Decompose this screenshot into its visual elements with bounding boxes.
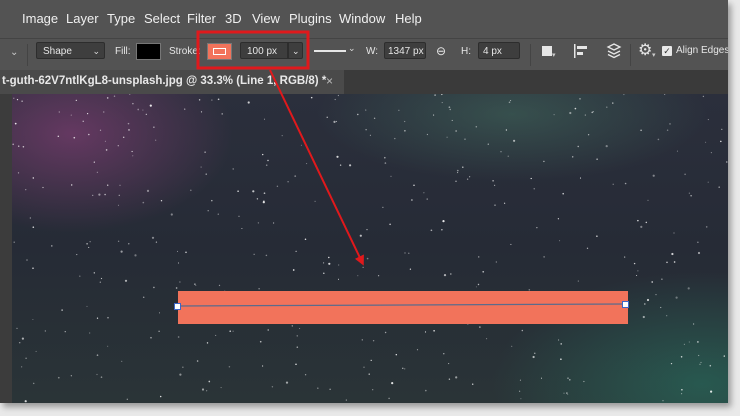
width-input[interactable]: 1347 px <box>384 42 426 59</box>
fill-label: Fill: <box>115 46 131 57</box>
stroke-width-dropdown[interactable]: ⌄ <box>288 42 303 59</box>
fill-swatch[interactable] <box>136 43 161 60</box>
width-label: W: <box>366 46 379 57</box>
menu-layer[interactable]: Layer <box>66 11 99 26</box>
menu-window[interactable]: Window <box>339 11 385 26</box>
mode-select[interactable]: Shape ⌄ <box>36 42 105 59</box>
options-bar: ⌄ Shape ⌄ Fill: Stroke: 100 px ⌄ ⌄ W: 13… <box>0 38 728 71</box>
link-icon[interactable]: ⊖ <box>436 44 446 58</box>
stroke-label: Stroke: <box>169 46 201 57</box>
menu-3d[interactable]: 3D <box>225 11 242 26</box>
stroke-width-value: 100 px <box>247 46 278 57</box>
anchor-point-handle[interactable] <box>622 301 629 308</box>
path-alignment-icon[interactable] <box>572 42 590 60</box>
document-tab-bar: t-guth-62V7ntlKgL8-unsplash.jpg @ 33.3% … <box>0 70 728 95</box>
menu-select[interactable]: Select <box>144 11 180 26</box>
document-tab[interactable]: t-guth-62V7ntlKgL8-unsplash.jpg @ 33.3% … <box>0 70 344 94</box>
menu-help[interactable]: Help <box>395 11 422 26</box>
chevron-down-icon: ▾ <box>552 52 556 59</box>
line-path <box>177 303 627 307</box>
document-canvas[interactable] <box>12 94 728 403</box>
toolbar-edge <box>0 94 12 403</box>
menu-image[interactable]: Image <box>22 11 58 26</box>
anchor-point-handle[interactable] <box>174 303 181 310</box>
menu-filter[interactable]: Filter <box>187 11 216 26</box>
height-label: H: <box>461 46 471 57</box>
stroke-swatch-icon <box>213 48 226 55</box>
gear-icon[interactable]: ⚙ <box>638 40 652 60</box>
menu-plugins[interactable]: Plugins <box>289 11 332 26</box>
menu-bar: Image Layer Type Select Filter 3D View P… <box>0 0 728 38</box>
chevron-down-icon: ⌄ <box>292 46 300 56</box>
chevron-down-icon: ⌄ <box>92 46 100 56</box>
divider <box>630 44 631 66</box>
height-input[interactable]: 4 px <box>478 42 520 59</box>
align-edges-checkbox[interactable]: ✓ <box>662 46 672 56</box>
close-icon[interactable]: × <box>326 74 333 88</box>
stroke-type-select[interactable]: ⌄ <box>312 43 358 59</box>
document-tab-title: t-guth-62V7ntlKgL8-unsplash.jpg @ 33.3% … <box>2 75 327 87</box>
align-edges-label: Align Edges <box>676 45 728 56</box>
tool-preset-chevron-icon[interactable]: ⌄ <box>10 47 18 58</box>
chevron-down-icon: ⌄ <box>348 43 356 53</box>
solid-line-icon <box>314 50 346 52</box>
stroke-width-input[interactable]: 100 px <box>240 42 288 59</box>
width-value: 1347 px <box>388 46 424 57</box>
path-arrangement-icon[interactable] <box>604 42 624 60</box>
menu-type[interactable]: Type <box>107 11 135 26</box>
photoshop-window: Image Layer Type Select Filter 3D View P… <box>0 0 728 403</box>
menu-view[interactable]: View <box>252 11 280 26</box>
height-value: 4 px <box>483 46 502 57</box>
mode-select-value: Shape <box>43 46 72 57</box>
chevron-down-icon: ▾ <box>652 52 656 59</box>
path-operations-icon[interactable] <box>542 46 552 56</box>
stroke-swatch[interactable] <box>207 43 232 60</box>
divider <box>27 44 28 66</box>
divider <box>530 44 531 66</box>
